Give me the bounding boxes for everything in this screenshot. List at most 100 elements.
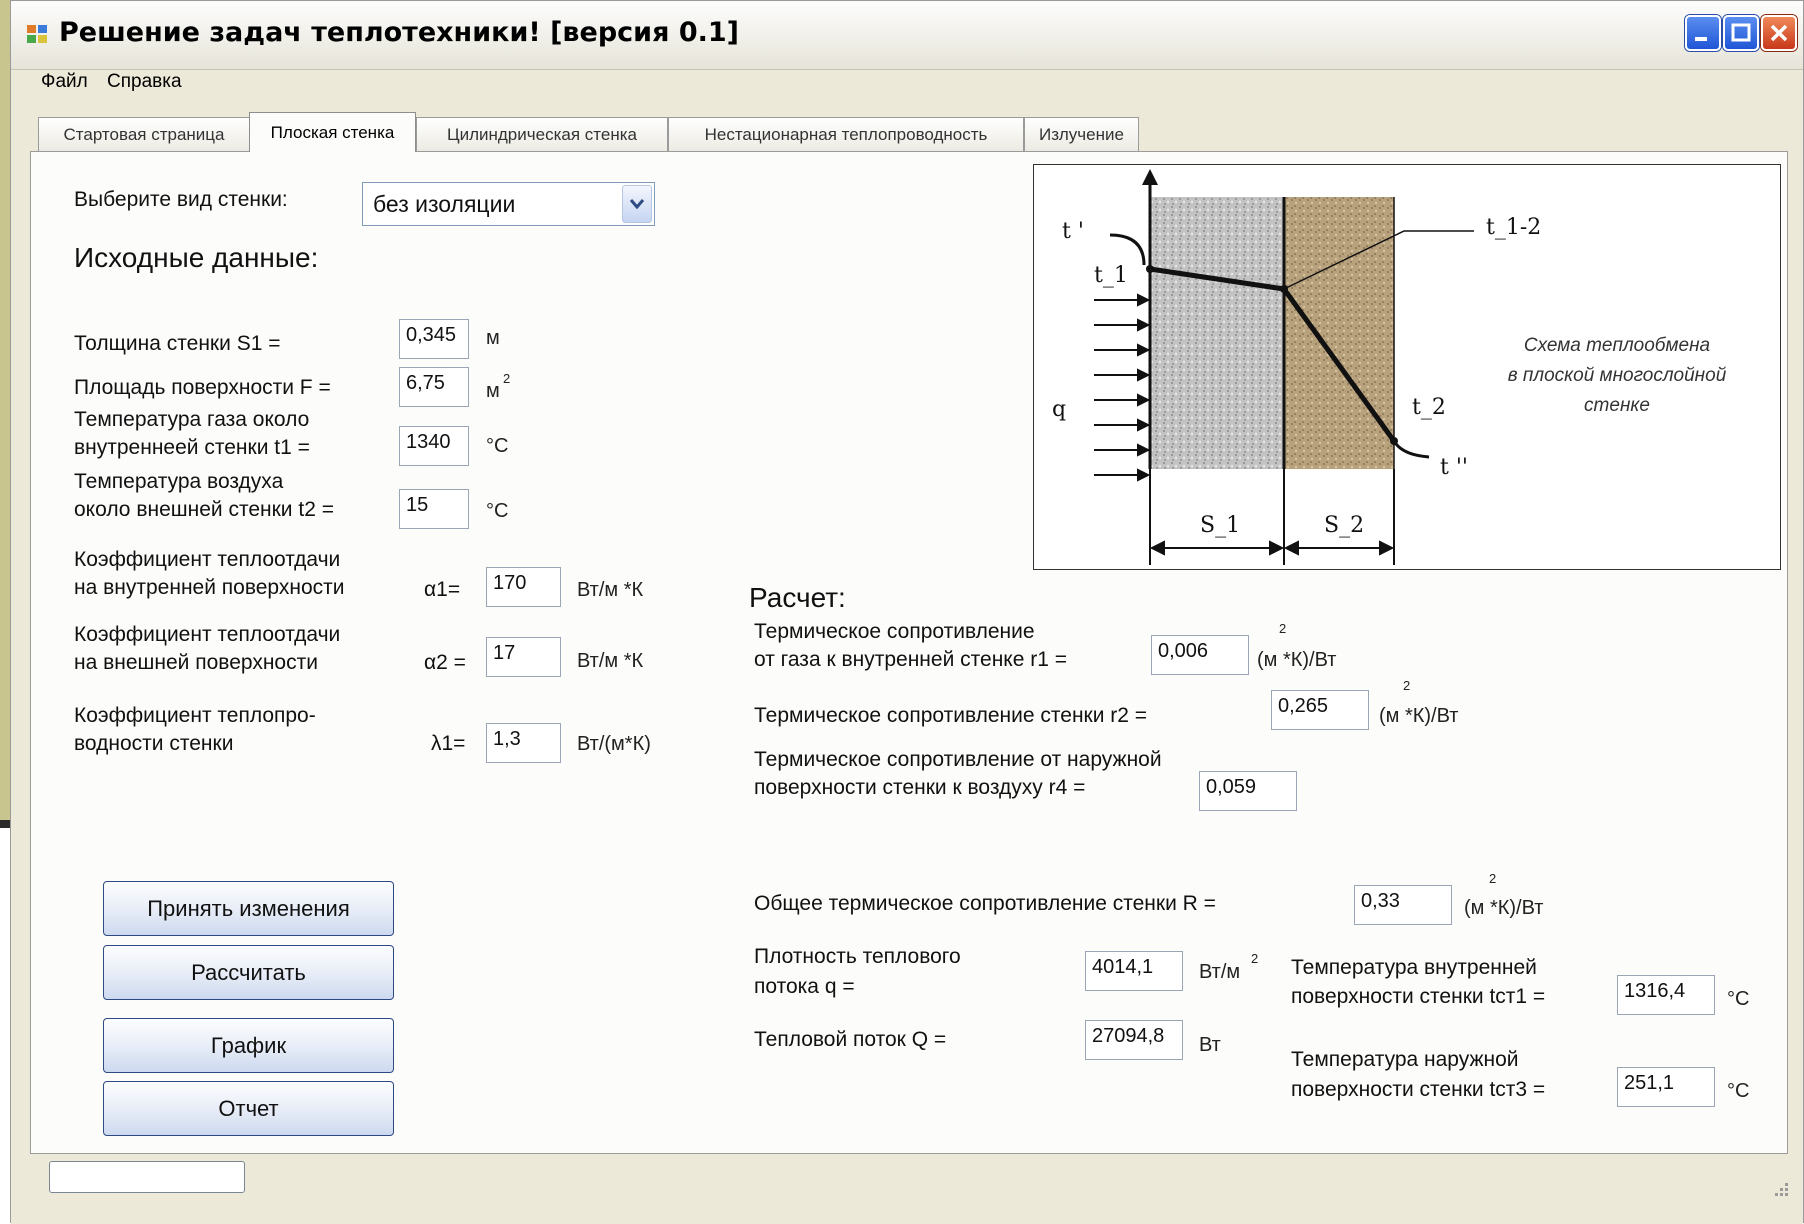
menu-bar: [11, 69, 1803, 113]
r2-unit-sup: 2: [1403, 678, 1411, 693]
tct1-label-2: поверхности стенки tст1 =: [1291, 985, 1546, 1008]
alpha1-symbol: α1=: [424, 578, 461, 601]
Q-output[interactable]: 27094,8: [1085, 1020, 1183, 1060]
alpha2-label-2: на внешней поверхности: [74, 651, 318, 674]
alpha2-label-1: Коэффициент теплоотдачи: [74, 623, 341, 646]
q-label-2: потока q =: [754, 975, 855, 998]
caption-line-2: в плоской многослойной: [1507, 365, 1727, 386]
calc-heading: Расчет:: [749, 582, 846, 613]
window-title: Решение задач теплотехники! [версия 0.1]: [59, 17, 739, 48]
lambda-label-2: водности стенки: [74, 732, 234, 755]
r4-label-1: Термическое сопротивление от наружной: [754, 748, 1162, 771]
s1-label: S_1: [1200, 513, 1241, 538]
tct1-output[interactable]: 1316,4: [1617, 975, 1715, 1015]
r4-output[interactable]: 0,059: [1199, 771, 1297, 811]
progress-bar: [49, 1161, 245, 1193]
wall-type-select[interactable]: без изоляции: [362, 182, 655, 226]
lambda-input[interactable]: 1,3: [486, 723, 561, 763]
air-temp-input[interactable]: 15: [399, 489, 469, 529]
menu-file[interactable]: Файл: [41, 71, 88, 93]
r1-label-1: Термическое сопротивление: [754, 620, 1035, 643]
tct3-output[interactable]: 251,1: [1617, 1067, 1715, 1107]
lambda-label-1: Коэффициент теплопро-: [74, 704, 316, 727]
caption-line-1: Схема теплообмена: [1523, 335, 1711, 356]
alpha1-label-2: на внутренней поверхности: [74, 576, 345, 599]
total-r-label: Общее термическое сопротивление стенки R…: [754, 892, 1216, 915]
maximize-button[interactable]: [1723, 15, 1759, 51]
title-bar: Решение задач теплотехники! [версия 0.1]: [11, 1, 1803, 70]
thickness-input[interactable]: 0,345: [399, 319, 469, 359]
gas-temp-label-2: внутреннеей стенки t1 =: [74, 436, 310, 459]
calculate-button[interactable]: Рассчитать: [103, 945, 394, 1000]
wall-type-value: без изоляции: [373, 191, 516, 217]
air-temp-unit: °С: [486, 500, 509, 522]
r2-output[interactable]: 0,265: [1271, 690, 1369, 730]
gas-temp-input[interactable]: 1340: [399, 426, 469, 466]
area-input[interactable]: 6,75: [399, 367, 469, 407]
tab-radiation[interactable]: Излучение: [1024, 117, 1139, 151]
close-icon: [1770, 24, 1788, 42]
area-unit-sup: 2: [503, 371, 511, 386]
diagram-caption: Схема теплообмена в плоской многослойной…: [1487, 331, 1747, 421]
t-dprime-label: t '': [1440, 455, 1468, 480]
total-r-unit: (м *К)/Вт: [1464, 897, 1544, 919]
alpha1-input[interactable]: 170: [486, 567, 561, 607]
tct1-unit: °С: [1727, 988, 1750, 1010]
gas-temp-unit: °С: [486, 435, 509, 457]
tct3-label-2: поверхности стенки tст3 =: [1291, 1078, 1546, 1101]
r2-label: Термическое сопротивление стенки r2 =: [754, 704, 1148, 727]
t2-label: t_2: [1412, 395, 1446, 420]
input-heading: Исходные данные:: [74, 242, 319, 273]
thickness-unit: м: [486, 327, 500, 349]
total-r-output[interactable]: 0,33: [1354, 885, 1452, 925]
lambda-symbol: λ1=: [431, 732, 466, 755]
resize-grip-icon[interactable]: [1771, 1179, 1791, 1199]
q-label-1: Плотность теплового: [754, 945, 961, 968]
wall-layer-2: [1284, 197, 1394, 469]
gas-temp-label-1: Температура газа около: [74, 408, 310, 431]
r4-label-2: поверхности стенки к воздуху r4 =: [754, 776, 1086, 799]
apply-changes-button[interactable]: Принять изменения: [103, 881, 394, 936]
alpha2-unit: Вт/м *К: [577, 650, 644, 672]
r1-unit: (м *К)/Вт: [1257, 649, 1337, 671]
tab-nonstationary[interactable]: Нестационарная теплопроводность: [668, 117, 1024, 151]
tab-cylindrical-wall[interactable]: Цилиндрическая стенка: [416, 117, 668, 151]
r1-output[interactable]: 0,006: [1151, 635, 1249, 675]
minimize-button[interactable]: [1685, 15, 1721, 51]
lambda-unit: Вт/(м*К): [577, 733, 651, 755]
tct3-label-1: Температура наружной: [1291, 1048, 1519, 1071]
chevron-down-icon: [629, 199, 645, 210]
r2-unit: (м *К)/Вт: [1379, 705, 1459, 727]
tct3-unit: °С: [1727, 1080, 1750, 1102]
q-flux-label: q: [1052, 397, 1067, 422]
wall-layer-1: [1150, 197, 1284, 469]
tab-start-page[interactable]: Стартовая страница: [38, 117, 250, 151]
alpha2-input[interactable]: 17: [486, 637, 561, 677]
q-unit-sup: 2: [1251, 951, 1259, 966]
area-unit: м: [486, 380, 500, 402]
q-unit: Вт/м: [1199, 961, 1241, 983]
r1-unit-sup: 2: [1279, 621, 1287, 636]
t-prime-label: t ': [1062, 219, 1084, 244]
tab-flat-wall[interactable]: Плоская стенка: [249, 112, 416, 152]
app-window: Решение задач теплотехники! [версия 0.1]…: [10, 0, 1804, 1224]
thickness-label: Толщина стенки S1 =: [74, 332, 281, 355]
air-temp-label-1: Температура воздуха: [74, 470, 284, 493]
air-temp-label-2: около внешней стенки t2 =: [74, 498, 334, 521]
total-r-unit-sup: 2: [1489, 871, 1497, 886]
q-output[interactable]: 4014,1: [1085, 951, 1183, 991]
alpha1-unit: Вт/м *К: [577, 579, 644, 601]
status-bar: [11, 1155, 1803, 1224]
menu-help[interactable]: Справка: [107, 71, 182, 93]
report-button[interactable]: Отчет: [103, 1081, 394, 1136]
t1-label: t_1: [1094, 263, 1128, 288]
alpha2-symbol: α2 =: [424, 651, 466, 674]
Q-unit: Вт: [1199, 1034, 1221, 1056]
app-icon: [27, 25, 47, 43]
close-button[interactable]: [1761, 15, 1797, 51]
wall-type-label: Выберите вид стенки:: [74, 188, 288, 211]
s2-label: S_2: [1324, 513, 1365, 538]
dropdown-button[interactable]: [622, 185, 652, 223]
caption-line-3: стенке: [1584, 395, 1650, 416]
chart-button[interactable]: График: [103, 1018, 394, 1073]
